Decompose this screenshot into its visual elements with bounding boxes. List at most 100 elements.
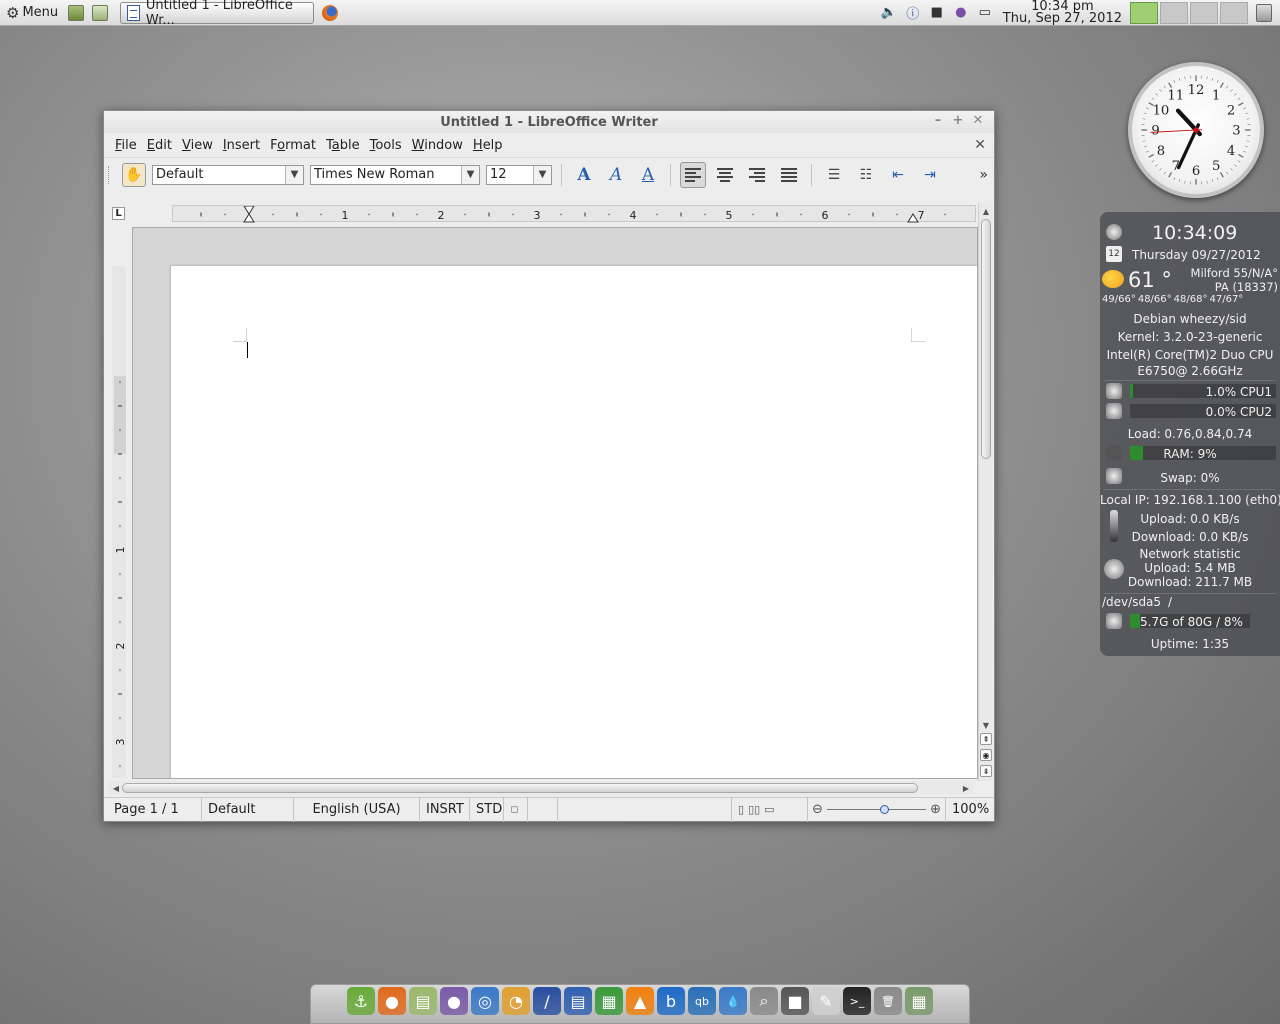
maximize-button[interactable]: + bbox=[948, 113, 968, 128]
pidgin-icon[interactable]: ● bbox=[440, 987, 468, 1015]
menu-help[interactable]: Help bbox=[468, 138, 508, 153]
status-page-style[interactable]: Default bbox=[202, 797, 294, 822]
zoom-value[interactable]: 100% bbox=[946, 798, 994, 822]
toolbar-grip[interactable] bbox=[108, 165, 111, 184]
scroll-right-icon[interactable]: ▶ bbox=[960, 782, 972, 794]
search-files-icon[interactable]: ⌕ bbox=[750, 987, 778, 1015]
chevron-down-icon[interactable]: ▼ bbox=[533, 165, 551, 184]
previous-page-icon[interactable]: ⇞ bbox=[980, 733, 992, 745]
navigator-icon[interactable]: ◉ bbox=[980, 749, 992, 761]
vlc-icon[interactable]: ▲ bbox=[626, 987, 654, 1015]
terminal-icon[interactable]: >_ bbox=[843, 987, 871, 1015]
zoom-slider[interactable] bbox=[826, 803, 927, 817]
view-layout-icons[interactable]: ▯ ▯▯ ▭ bbox=[732, 797, 808, 822]
menu-view[interactable]: View bbox=[177, 138, 218, 153]
chevron-down-icon[interactable]: ▼ bbox=[285, 165, 303, 184]
italic-icon[interactable]: A bbox=[603, 162, 629, 188]
left-indent-marker[interactable] bbox=[243, 206, 255, 223]
pidgin-icon[interactable]: ● bbox=[952, 4, 970, 22]
underline-icon[interactable]: A bbox=[635, 162, 661, 188]
more-tools-icon[interactable]: » bbox=[979, 167, 988, 183]
terminal-launcher-icon[interactable] bbox=[68, 4, 85, 21]
workspace-switcher[interactable] bbox=[1128, 1, 1248, 24]
zoom-out-icon[interactable]: ⊖ bbox=[812, 802, 823, 817]
info-shield-icon[interactable]: ⓘ bbox=[904, 4, 922, 22]
firefox-icon[interactable] bbox=[322, 4, 339, 21]
align-center-icon[interactable] bbox=[712, 162, 738, 188]
single-page-view-icon[interactable]: ▯ bbox=[738, 803, 744, 816]
increase-indent-icon[interactable]: ⇥ bbox=[917, 162, 943, 188]
status-selection-mode[interactable]: STD bbox=[470, 797, 504, 822]
justify-icon[interactable] bbox=[776, 162, 802, 188]
writer-icon[interactable]: ▤ bbox=[564, 987, 592, 1015]
vertical-scroll-thumb[interactable] bbox=[981, 219, 991, 459]
file-manager-icon[interactable]: ▤ bbox=[409, 987, 437, 1015]
trash-icon[interactable] bbox=[1256, 3, 1272, 22]
align-right-icon[interactable] bbox=[744, 162, 770, 188]
shield-icon[interactable]: / bbox=[533, 987, 561, 1015]
document-modified-icon[interactable]: ▫ bbox=[504, 797, 528, 822]
font-size-combo[interactable]: 12 ▼ bbox=[486, 164, 552, 185]
vertical-ruler[interactable]: 1234 bbox=[112, 266, 126, 778]
font-name-combo[interactable]: Times New Roman ▼ bbox=[310, 164, 480, 185]
document-area[interactable] bbox=[132, 227, 978, 779]
disc-burner-icon[interactable]: ◔ bbox=[502, 987, 530, 1015]
firefox-icon[interactable]: ● bbox=[378, 987, 406, 1015]
book-view-icon[interactable]: ▭ bbox=[764, 803, 774, 816]
menu-insert[interactable]: Insert bbox=[218, 138, 265, 153]
zoom-control[interactable]: ⊖ ⊕ bbox=[808, 797, 946, 822]
network-icon[interactable]: ■ bbox=[928, 4, 946, 22]
file-manager-launcher-icon[interactable] bbox=[92, 4, 109, 21]
chromium-icon[interactable]: ◎ bbox=[471, 987, 499, 1015]
scroll-down-icon[interactable]: ▼ bbox=[980, 719, 992, 731]
workspace-1[interactable] bbox=[1130, 1, 1158, 24]
numbering-icon[interactable]: ☰ bbox=[821, 162, 847, 188]
tab-stop-selector[interactable]: L bbox=[112, 207, 125, 220]
status-page[interactable]: Page 1 / 1 bbox=[104, 797, 202, 822]
close-document-button[interactable]: ✕ bbox=[974, 137, 986, 153]
multi-page-view-icon[interactable]: ▯▯ bbox=[748, 803, 760, 816]
next-page-icon[interactable]: ⇟ bbox=[980, 765, 992, 777]
anchor-icon[interactable]: ⚓ bbox=[347, 987, 375, 1015]
align-left-icon[interactable] bbox=[680, 161, 706, 188]
chevron-down-icon[interactable]: ▼ bbox=[461, 165, 479, 184]
bold-icon[interactable]: A bbox=[571, 162, 597, 188]
menu-edit[interactable]: Edit bbox=[142, 138, 177, 153]
horizontal-scrollbar[interactable]: ◀ ▶ bbox=[108, 781, 974, 795]
volume-icon[interactable]: 🔈 bbox=[880, 4, 898, 22]
workspaces-icon[interactable]: ▦ bbox=[905, 987, 933, 1015]
decrease-indent-icon[interactable]: ⇤ bbox=[885, 162, 911, 188]
drop-icon[interactable]: 💧 bbox=[719, 987, 747, 1015]
text-editor-icon[interactable]: ✎ bbox=[812, 987, 840, 1015]
workspace-3[interactable] bbox=[1190, 1, 1218, 24]
workspace-4[interactable] bbox=[1220, 1, 1248, 24]
menu-file[interactable]: File bbox=[110, 138, 142, 153]
horizontal-scroll-thumb[interactable] bbox=[122, 783, 918, 793]
menu-tools[interactable]: Tools bbox=[365, 138, 407, 153]
camera-icon[interactable]: ■ bbox=[781, 987, 809, 1015]
paragraph-style-combo[interactable]: Default ▼ bbox=[152, 164, 304, 185]
status-insert-mode[interactable]: INSRT bbox=[420, 797, 470, 822]
minimize-button[interactable]: – bbox=[928, 113, 948, 128]
document-page[interactable] bbox=[171, 266, 977, 778]
calc-icon[interactable]: ▦ bbox=[595, 987, 623, 1015]
taskbar-writer-button[interactable]: Untitled 1 - LibreOffice Wr... bbox=[120, 0, 315, 28]
scroll-left-icon[interactable]: ◀ bbox=[110, 782, 122, 794]
menu-window[interactable]: Window bbox=[407, 138, 468, 153]
bullets-icon[interactable]: ☷ bbox=[853, 162, 879, 188]
menu-button[interactable]: ⚙ Menu bbox=[0, 1, 64, 25]
status-language[interactable]: English (USA) bbox=[294, 797, 420, 822]
scroll-up-icon[interactable]: ▲ bbox=[980, 205, 992, 217]
styles-formatting-icon[interactable]: ✋ bbox=[122, 162, 146, 187]
horizontal-ruler[interactable]: 1 2 3 4 5 6 7 bbox=[172, 205, 976, 223]
close-window-button[interactable]: ✕ bbox=[968, 113, 988, 128]
panel-clock[interactable]: 10:34 pm Thu, Sep 27, 2012 bbox=[1003, 0, 1122, 25]
menu-format[interactable]: Format bbox=[265, 138, 321, 153]
qbittorrent-icon[interactable]: qb bbox=[688, 987, 716, 1015]
menu-table[interactable]: Table bbox=[321, 138, 365, 153]
trash-icon[interactable]: 🗑 bbox=[874, 987, 902, 1015]
vertical-scrollbar[interactable]: ▲ ▼ ⇞ ◉ ⇟ bbox=[978, 203, 992, 781]
window-titlebar[interactable]: Untitled 1 - LibreOffice Writer – + ✕ bbox=[104, 111, 994, 133]
screen-icon[interactable]: ▭ bbox=[976, 4, 994, 22]
right-indent-marker[interactable] bbox=[907, 213, 919, 223]
